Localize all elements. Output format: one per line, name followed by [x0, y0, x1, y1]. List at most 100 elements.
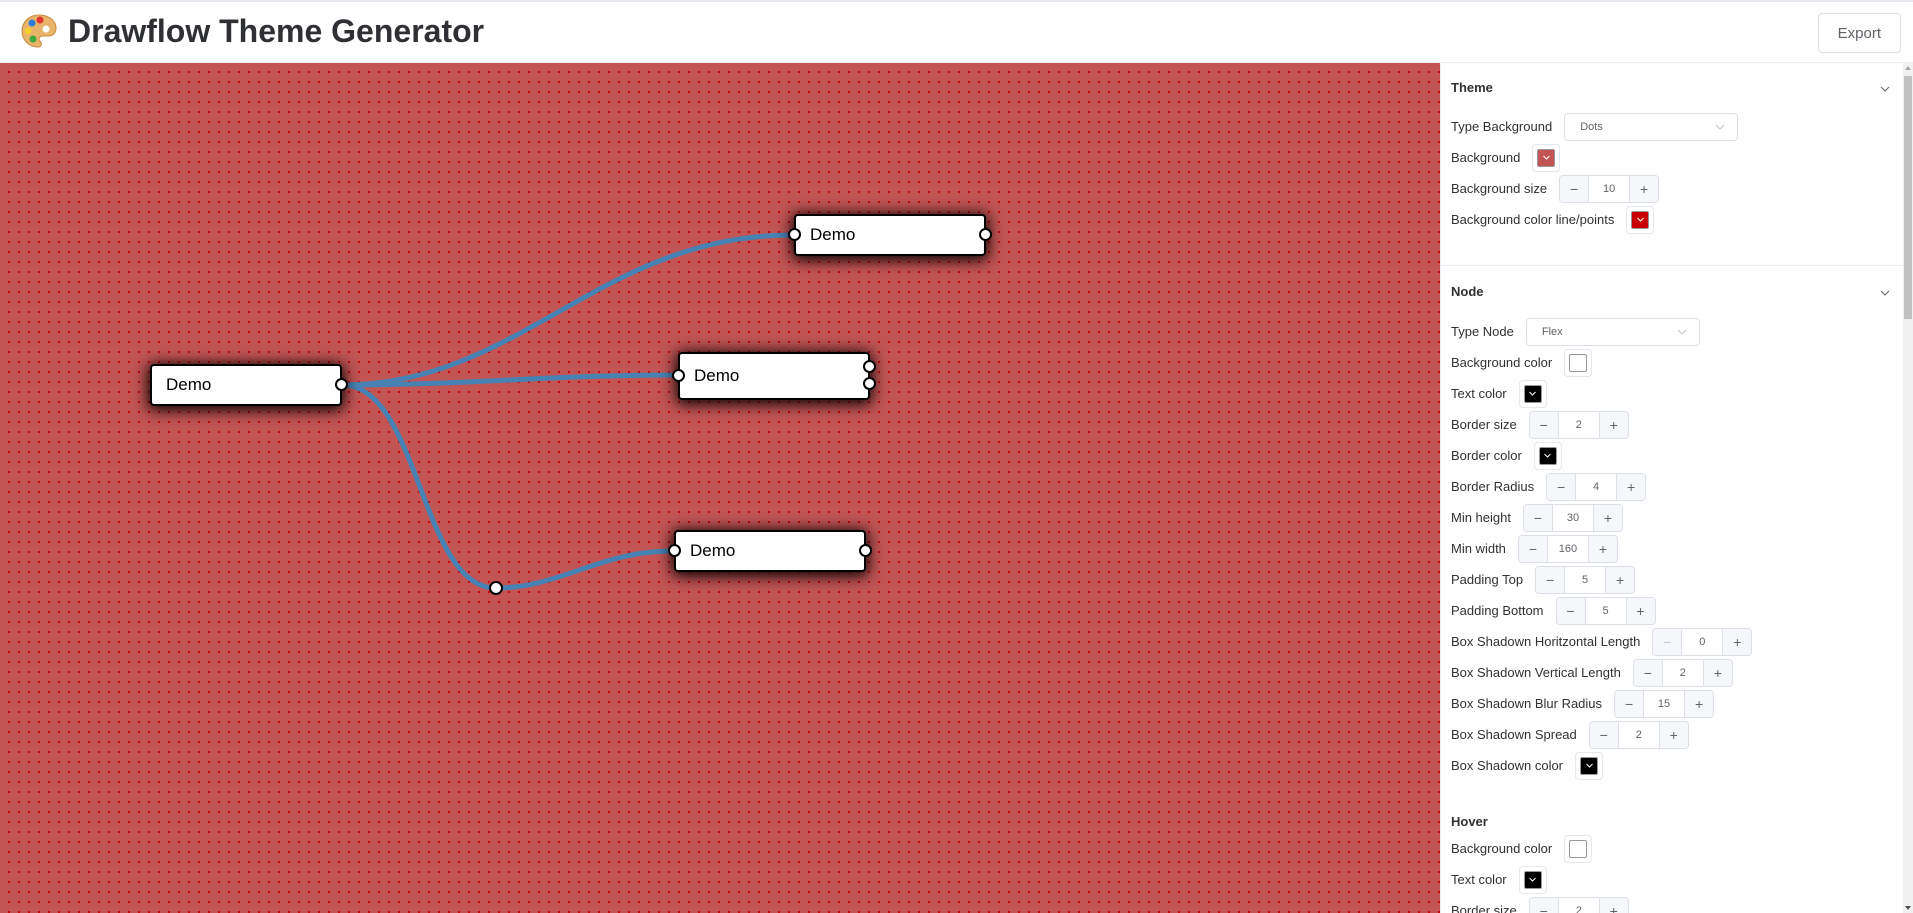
shadow-blur-stepper[interactable]: − 15 + — [1614, 689, 1715, 718]
increment-button[interactable]: + — [1629, 175, 1659, 202]
shadow-spread-label: Box Shadown Spread — [1451, 727, 1577, 742]
input-port[interactable] — [788, 228, 801, 241]
increment-button[interactable]: + — [1722, 628, 1752, 655]
chevron-down-icon — [1543, 155, 1550, 160]
decrement-button[interactable]: − — [1523, 504, 1553, 531]
padding-top-stepper[interactable]: − 5 + — [1535, 565, 1636, 594]
hover-text-color-picker[interactable] — [1518, 865, 1547, 894]
node-demo-4[interactable]: Demo — [668, 530, 872, 572]
shadow-color-picker[interactable] — [1575, 751, 1604, 780]
increment-button[interactable]: + — [1616, 473, 1646, 500]
scrollbar-thumb[interactable] — [1904, 76, 1912, 319]
node-bg-color-label: Background color — [1451, 355, 1553, 370]
output-port[interactable] — [335, 378, 348, 391]
decrement-button[interactable]: − — [1547, 473, 1577, 500]
node-demo-3[interactable]: Demo — [672, 352, 876, 400]
shadow-spread-input[interactable]: 2 — [1618, 721, 1659, 748]
node-demo-1[interactable]: Demo — [150, 364, 348, 406]
padding-top-input[interactable]: 5 — [1565, 566, 1606, 593]
background-color-picker[interactable] — [1532, 143, 1561, 172]
decrement-button[interactable]: − — [1560, 175, 1590, 202]
background-size-stepper[interactable]: − 10 + — [1559, 174, 1660, 203]
chevron-down-icon[interactable] — [1880, 286, 1890, 296]
decrement-button[interactable]: − — [1536, 566, 1566, 593]
app-title-text: Drawflow Theme Generator — [68, 12, 485, 49]
border-size-input[interactable]: 2 — [1558, 411, 1599, 438]
color-swatch — [1580, 756, 1599, 775]
shadow-v-input[interactable]: 2 — [1662, 659, 1703, 686]
min-width-input[interactable]: 160 — [1547, 535, 1588, 562]
increment-button[interactable]: + — [1702, 659, 1732, 686]
artist-palette-icon — [20, 12, 58, 50]
hover-border-size-stepper[interactable]: − 2 + — [1528, 896, 1629, 913]
output-port-1[interactable] — [863, 360, 876, 373]
app-header: Drawflow Theme Generator Export — [0, 2, 1913, 63]
increment-button[interactable]: + — [1598, 897, 1628, 913]
hover-bg-color-label: Background color — [1451, 841, 1553, 856]
increment-button[interactable]: + — [1625, 597, 1655, 624]
output-port-2[interactable] — [863, 377, 876, 390]
chevron-down-icon[interactable] — [1880, 82, 1890, 92]
input-port[interactable] — [668, 544, 681, 557]
input-port[interactable] — [672, 369, 685, 382]
border-size-stepper[interactable]: − 2 + — [1528, 410, 1629, 439]
node-section-header[interactable]: Node — [1441, 266, 1904, 316]
scroll-down-icon[interactable] — [1905, 906, 1911, 910]
shadow-v-stepper[interactable]: − 2 + — [1632, 658, 1733, 687]
node-text-color-picker[interactable] — [1518, 379, 1547, 408]
node-label: Demo — [694, 366, 740, 385]
padding-bottom-row: Padding Bottom − 5 + — [1451, 595, 1894, 626]
output-port[interactable] — [979, 228, 992, 241]
increment-button[interactable]: + — [1684, 690, 1714, 717]
border-color-picker[interactable] — [1533, 441, 1562, 470]
increment-button[interactable]: + — [1658, 721, 1688, 748]
node-label: Demo — [690, 541, 736, 560]
node-demo-2[interactable]: Demo — [788, 214, 992, 256]
padding-bottom-stepper[interactable]: − 5 + — [1555, 596, 1656, 625]
scroll-up-icon[interactable] — [1905, 66, 1911, 70]
hover-border-size-input[interactable]: 2 — [1558, 897, 1599, 913]
chevron-down-icon — [1715, 122, 1725, 132]
type-node-select[interactable]: Flex — [1525, 317, 1700, 346]
border-radius-input[interactable]: 4 — [1576, 473, 1617, 500]
shadow-spread-stepper[interactable]: − 2 + — [1588, 720, 1689, 749]
min-width-label: Min width — [1451, 541, 1506, 556]
connection-reroute-to-4[interactable] — [495, 548, 673, 591]
decrement-button[interactable]: − — [1589, 721, 1619, 748]
increment-button[interactable]: + — [1598, 411, 1628, 438]
background-size-input[interactable]: 10 — [1589, 175, 1630, 202]
type-background-select[interactable]: Dots — [1564, 112, 1739, 141]
border-size-row: Border size − 2 + — [1451, 409, 1894, 440]
node-bg-color-picker[interactable] — [1564, 348, 1593, 377]
decrement-button[interactable]: − — [1653, 628, 1683, 655]
drawflow-canvas[interactable]: Demo Demo Demo Demo — [0, 63, 1440, 913]
reroute-point[interactable] — [489, 581, 503, 595]
increment-button[interactable]: + — [1605, 566, 1635, 593]
increment-button[interactable]: + — [1592, 504, 1622, 531]
decrement-button[interactable]: − — [1529, 897, 1559, 913]
output-port[interactable] — [859, 544, 872, 557]
hover-bg-color-picker[interactable] — [1564, 834, 1593, 863]
line-color-picker[interactable] — [1626, 205, 1655, 234]
panel-scrollbar[interactable] — [1903, 63, 1913, 913]
export-button[interactable]: Export — [1817, 13, 1901, 53]
connection-1-to-reroute[interactable] — [341, 382, 497, 591]
shadow-h-input[interactable]: 0 — [1682, 628, 1723, 655]
decrement-button[interactable]: − — [1615, 690, 1645, 717]
min-width-stepper[interactable]: − 160 + — [1517, 534, 1618, 563]
border-color-label: Border color — [1451, 448, 1522, 463]
decrement-button[interactable]: − — [1518, 535, 1548, 562]
decrement-button[interactable]: − — [1556, 597, 1586, 624]
min-height-input[interactable]: 30 — [1552, 504, 1593, 531]
shadow-blur-label: Box Shadown Blur Radius — [1451, 696, 1603, 711]
shadow-blur-input[interactable]: 15 — [1644, 690, 1685, 717]
decrement-button[interactable]: − — [1529, 411, 1559, 438]
increment-button[interactable]: + — [1587, 535, 1617, 562]
decrement-button[interactable]: − — [1633, 659, 1663, 686]
type-background-row: Type Background Dots — [1451, 111, 1894, 142]
padding-bottom-input[interactable]: 5 — [1585, 597, 1626, 624]
shadow-h-stepper[interactable]: − 0 + — [1652, 627, 1753, 656]
theme-section-header[interactable]: Theme — [1441, 63, 1904, 111]
border-radius-stepper[interactable]: − 4 + — [1546, 472, 1647, 501]
min-height-stepper[interactable]: − 30 + — [1522, 503, 1623, 532]
